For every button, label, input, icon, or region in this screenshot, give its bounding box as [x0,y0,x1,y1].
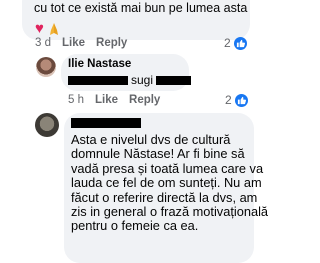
reaction-count[interactable]: 2 [225,93,248,107]
comment-text-line: domnule Năstase! Ar fi bine să [71,146,245,162]
avatar[interactable] [36,57,56,77]
reaction-number: 2 [224,36,231,50]
reaction-number: 2 [225,93,232,107]
comment-text-line: făcut o referire directă la dvs, am [71,189,258,205]
reply-button[interactable]: Reply [129,94,160,106]
comment-text-line: zis in general o frază motivațională [71,204,269,220]
top-comment-emojis: ♥ [35,20,62,38]
top-comment-text: cu tot ce există mai bun pe lumea asta [34,1,248,15]
heart-emoji-icon: ♥ [35,20,44,37]
comment-timestamp: 3 d [35,37,51,49]
comment-text-line: vadă presa și toată lumea care va [71,160,264,176]
comment-text-line: Asta e nivelul dvs de cultură [71,132,231,147]
comment-text: Asta e nivelul dvs de cultură domnule Nă… [71,132,269,234]
reply-text: sugi [131,73,154,87]
folded-hands-emoji-icon [49,23,58,35]
like-button[interactable]: Like [62,37,85,49]
redaction-bar [156,75,192,85]
redacted-author-name [71,118,141,128]
comment-text-line: lauda ce fel de om sunteți. Nu am [71,175,262,191]
avatar[interactable] [35,113,59,137]
reply-meta: 5 h Like Reply [68,94,160,106]
like-reaction-icon [233,36,247,50]
reply-text-row: sugi [68,73,192,87]
comment-author[interactable]: Ilie Nastase [68,58,131,70]
like-button[interactable]: Like [95,94,118,106]
reply-button[interactable]: Reply [96,37,127,49]
reaction-count[interactable]: 2 [224,36,247,50]
top-comment-meta: 3 d Like Reply [35,37,127,49]
like-reaction-icon [234,93,248,107]
comment-text-line: pentru o femeie ca ea. [71,218,199,234]
comment-timestamp: 5 h [68,94,84,106]
redaction-bar [68,75,128,85]
